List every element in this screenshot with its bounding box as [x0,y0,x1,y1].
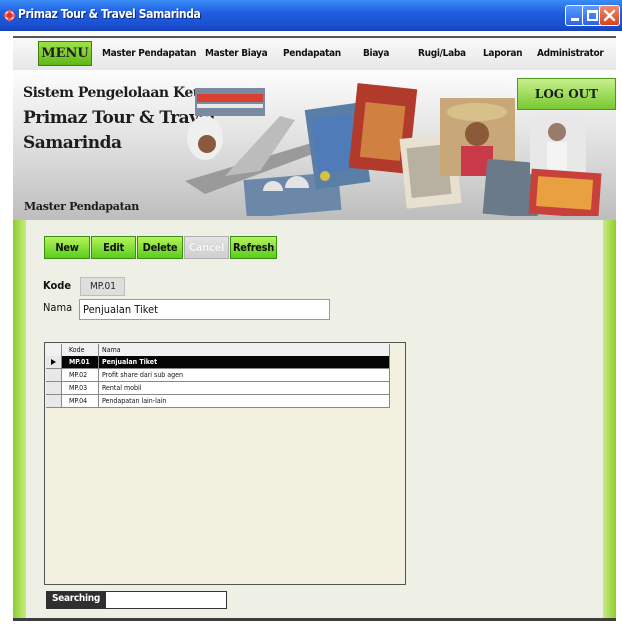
app-icon [3,9,16,22]
cell-kode[interactable]: MP.04 [62,395,99,408]
row-indicator [46,369,62,382]
menu-item-rugi-laba[interactable]: Rugi/Laba [418,48,466,59]
table-row[interactable]: MP.04 Pendapatan lain-lain [46,395,390,408]
close-icon [603,9,616,22]
logout-button[interactable]: LOG OUT [517,78,616,110]
minimize-icon [571,18,579,21]
table-row[interactable]: MP.03 Rental mobil [46,382,390,395]
cancel-button[interactable]: Cancel [184,236,229,259]
cell-nama[interactable]: Penjualan Tiket [99,356,390,369]
data-grid[interactable]: Kode Nama MP.01 Penjualan Tiket MP.02 Pr… [44,342,406,585]
header-banner: Sistem Pengelolaan Keuangan Primaz Tour … [13,70,616,220]
right-green-border [603,220,616,620]
maximize-icon [587,10,598,21]
page-title: Master Pendapatan [24,200,139,213]
banner-line-3: Samarinda [23,133,122,153]
app-window: Primaz Tour & Travel Samarinda MENU Mast… [0,0,622,625]
menu-item-master-biaya[interactable]: Master Biaya [205,48,268,59]
row-indicator [46,395,62,408]
delete-button[interactable]: Delete [137,236,183,259]
menu-item-administrator[interactable]: Administrator [537,48,604,59]
window-title: Primaz Tour & Travel Samarinda [18,7,201,21]
refresh-button[interactable]: Refresh [230,236,277,259]
menu-item-biaya[interactable]: Biaya [363,48,389,59]
title-bar[interactable]: Primaz Tour & Travel Samarinda [0,0,622,32]
nama-input[interactable]: Penjualan Tiket [79,299,330,320]
edit-button[interactable]: Edit [91,236,136,259]
cell-nama[interactable]: Pendapatan lain-lain [99,395,390,408]
row-indicator [46,382,62,395]
menu-item-laporan[interactable]: Laporan [483,48,523,59]
table-row[interactable]: MP.02 Profit share dari sub agen [46,369,390,382]
menu-button[interactable]: MENU [38,41,92,66]
close-button[interactable] [599,5,620,26]
search-label: Searching [46,591,105,609]
menu-item-master-pendapatan[interactable]: Master Pendapatan [102,48,196,59]
nama-label: Nama [43,301,73,314]
new-button[interactable]: New [44,236,90,259]
menu-bar: MENU Master Pendapatan Master Biaya Pend… [13,36,616,72]
menu-item-pendapatan[interactable]: Pendapatan [283,48,341,59]
cell-kode[interactable]: MP.02 [62,369,99,382]
kode-field: MP.01 [80,277,125,296]
left-green-border [13,220,26,620]
row-indicator [46,356,62,369]
bottom-border [13,618,616,621]
table-row[interactable]: MP.01 Penjualan Tiket [46,356,390,369]
kode-label: Kode [43,279,72,292]
search-input[interactable] [105,591,227,609]
selected-row-arrow-icon [51,359,56,365]
cell-kode[interactable]: MP.01 [62,356,99,369]
cell-kode[interactable]: MP.03 [62,382,99,395]
cell-nama[interactable]: Rental mobil [99,382,390,395]
cell-nama[interactable]: Profit share dari sub agen [99,369,390,382]
